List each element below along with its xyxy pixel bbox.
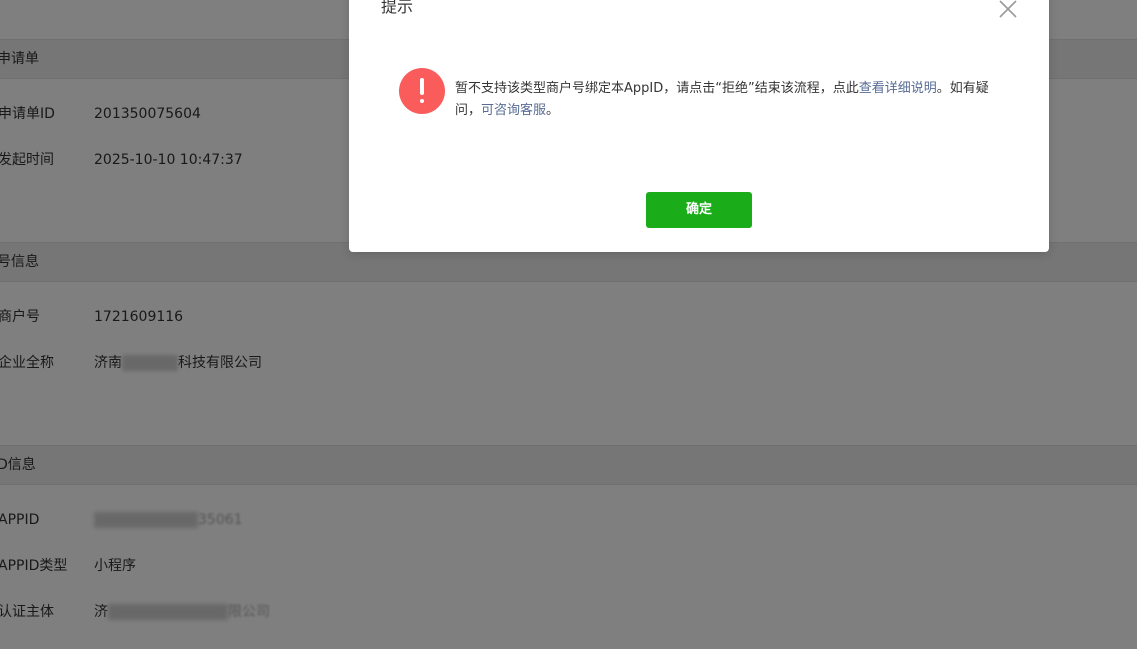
close-icon-svg: [999, 0, 1017, 18]
confirm-button[interactable]: 确定: [646, 192, 752, 228]
page: 申请单 申请单ID 201350075604 发起时间 2025-10-10 1…: [0, 0, 1137, 649]
message-text: 。: [546, 103, 560, 118]
warning-icon: [399, 68, 445, 114]
close-icon[interactable]: [997, 0, 1019, 20]
dialog-title: 提示: [381, 0, 414, 16]
alert-dialog: 提示 暂不支持该类型商户号绑定本AppID，请点击“拒绝”结束该流程，点此查看详…: [349, 0, 1049, 252]
warning-icon-dot: [420, 99, 424, 103]
dialog-message: 暂不支持该类型商户号绑定本AppID，请点击“拒绝”结束该流程，点此查看详细说明…: [455, 78, 1003, 122]
contact-support-link[interactable]: 可咨询客服: [481, 103, 546, 118]
warning-icon-bar: [420, 78, 424, 95]
message-text: 暂不支持该类型商户号绑定本AppID，请点击“拒绝”结束该流程，点此: [455, 81, 859, 96]
view-details-link[interactable]: 查看详细说明: [859, 81, 937, 96]
